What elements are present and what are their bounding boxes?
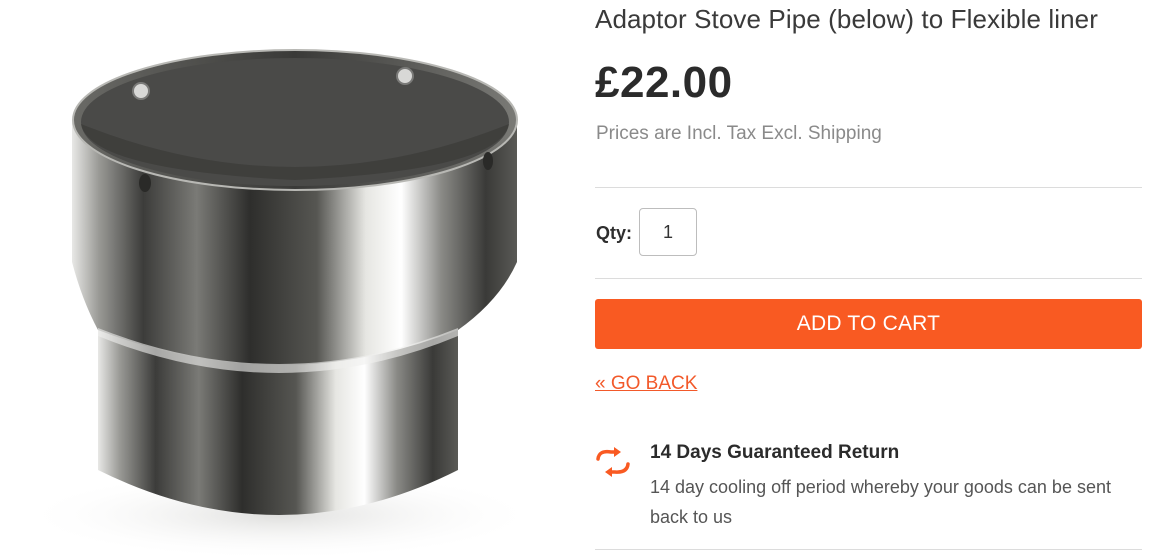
add-to-cart-button[interactable]: ADD TO CART [595, 299, 1142, 349]
product-image [0, 0, 560, 555]
stove-pipe-adaptor-illustration [20, 49, 540, 555]
quantity-label: Qty: [596, 223, 632, 243]
product-info: Adaptor Stove Pipe (below) to Flexible l… [595, 0, 1142, 555]
divider [595, 549, 1142, 550]
guarantee-title: 14 Days Guaranteed Return [650, 442, 900, 463]
divider [595, 278, 1142, 279]
product-title: Adaptor Stove Pipe (below) to Flexible l… [595, 4, 1098, 34]
divider [595, 187, 1142, 188]
tax-note: Prices are Incl. Tax Excl. Shipping [596, 123, 882, 144]
guarantee-text: 14 day cooling off period whereby your g… [650, 477, 1111, 527]
product-price: £22.00 [595, 58, 733, 107]
return-arrows-icon [596, 447, 630, 477]
quantity-input[interactable] [639, 208, 697, 256]
go-back-link[interactable]: « GO BACK [595, 373, 697, 395]
